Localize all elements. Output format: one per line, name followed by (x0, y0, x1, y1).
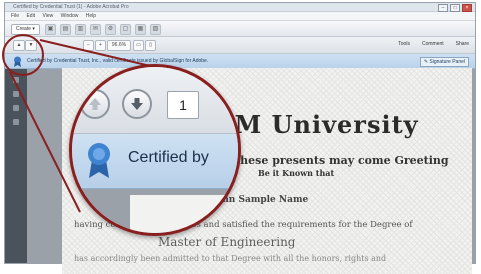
maximize-button[interactable]: □ (450, 4, 460, 12)
menu-window[interactable]: Window (61, 13, 79, 19)
attachments-pane-icon[interactable] (13, 119, 19, 125)
right-tabs: Tools Comment Share (398, 41, 469, 47)
zoom-out-button[interactable]: − (83, 40, 94, 51)
university-name: &M University (212, 110, 419, 139)
create-button-label: Create (16, 26, 32, 32)
magnified-page (130, 195, 238, 233)
magnifier-callout: 1 Certified by (69, 64, 241, 236)
navigation-toolbar: ▲ ▼ − + 96.6% ▭ ▯ Tools Comment Share (5, 37, 475, 54)
minimize-button[interactable]: – (438, 4, 448, 12)
tab-share[interactable]: Share (456, 41, 469, 47)
bookmarks-pane-icon[interactable] (13, 91, 19, 97)
menu-file[interactable]: File (11, 13, 19, 19)
signatures-pane-icon[interactable] (13, 105, 19, 111)
certified-by-text: Certified by (128, 149, 209, 166)
pages-icon[interactable]: ▧ (150, 24, 161, 35)
fit-width-icon[interactable]: ▯ (145, 40, 156, 51)
magnified-certification-bar: Certified by (72, 134, 238, 189)
zoom-source-circle (2, 34, 44, 76)
menu-help[interactable]: Help (86, 13, 96, 19)
fit-page-icon[interactable]: ▭ (133, 40, 144, 51)
signature-panel-label: Signature Panel (429, 59, 465, 65)
greeting-line: These presents may come Greeting (232, 154, 449, 167)
pages-pane-icon[interactable] (13, 77, 19, 83)
open-icon[interactable]: ▣ (45, 24, 56, 35)
settings-icon[interactable]: ⚙ (105, 24, 116, 35)
zoom-field[interactable]: 96.6% (107, 40, 131, 51)
page-number-input[interactable]: 1 (167, 91, 199, 119)
window-controls: – □ × (438, 4, 472, 12)
navigation-pane (5, 69, 27, 263)
signature-panel-button[interactable]: ✎ Signature Panel (419, 57, 469, 67)
arrow-up-icon (89, 98, 101, 110)
main-toolbar: Create ▾ ▣ ▤ ▥ ✉ ⚙ ▢ ▦ ▧ (5, 21, 475, 37)
comment-icon[interactable]: ▢ (120, 24, 131, 35)
save-icon[interactable]: ▤ (60, 24, 71, 35)
degree-name: Master of Engineering (158, 235, 296, 249)
close-button[interactable]: × (462, 4, 472, 12)
zoom-in-button[interactable]: + (95, 40, 106, 51)
window-title: Certified by Credential Trust (1) - Adob… (13, 4, 129, 10)
magnified-toolbar: 1 (72, 67, 238, 134)
certification-message: Certified by Credential Trust, Inc., val… (27, 58, 209, 64)
email-icon[interactable]: ✉ (90, 24, 101, 35)
menu-edit[interactable]: Edit (26, 13, 35, 19)
magnified-document-area (72, 189, 238, 233)
arrow-down-icon (131, 98, 143, 110)
previous-page-button[interactable] (80, 89, 110, 119)
next-page-button-large[interactable] (122, 89, 152, 119)
honors-line: has accordingly been admitted to that De… (74, 254, 387, 263)
print-icon[interactable]: ▥ (75, 24, 86, 35)
be-it-known-line: Be it Known that (258, 168, 335, 178)
tab-comment[interactable]: Comment (422, 41, 444, 47)
toolbar-icons: ▣ ▤ ▥ ✉ ⚙ ▢ ▦ ▧ (45, 24, 161, 35)
title-bar: Certified by Credential Trust (1) - Adob… (5, 3, 475, 12)
certified-ribbon-icon-large (88, 143, 110, 178)
attach-icon[interactable]: ▦ (135, 24, 146, 35)
menu-view[interactable]: View (42, 13, 53, 19)
menu-bar: File Edit View Window Help (5, 12, 475, 21)
tab-tools[interactable]: Tools (398, 41, 410, 47)
